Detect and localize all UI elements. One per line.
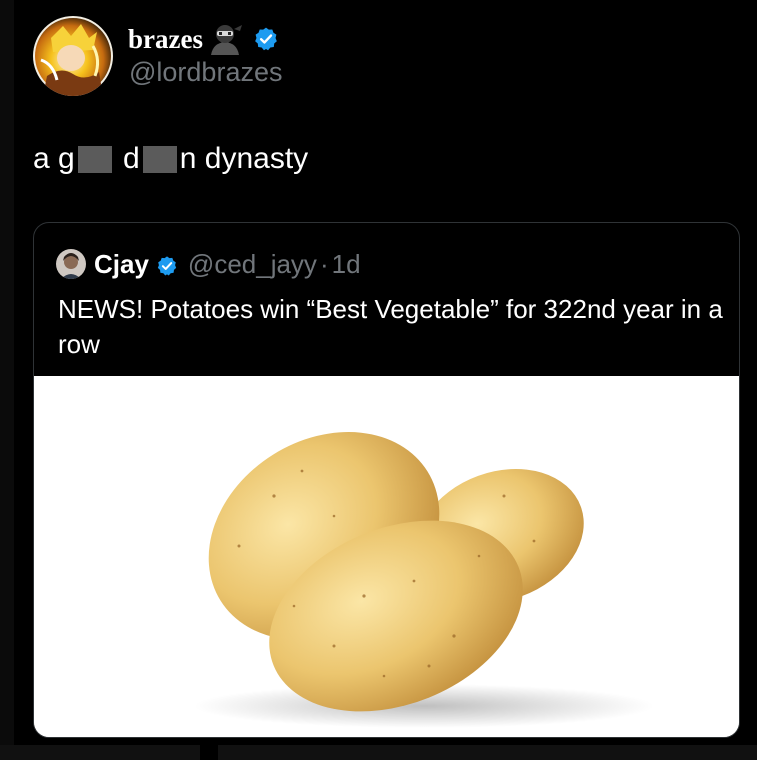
quoted-post-image[interactable] [34, 376, 739, 737]
quoted-author-name[interactable]: Cjay [94, 249, 149, 280]
quoted-post-time[interactable]: 1d [332, 249, 361, 280]
quoted-author-avatar[interactable] [56, 249, 86, 279]
author-display-name[interactable]: brazes [128, 24, 203, 55]
author-avatar[interactable] [33, 16, 113, 96]
post-text-part-2: d [114, 142, 140, 175]
author-name-row[interactable]: brazes [128, 22, 279, 56]
quoted-author-handle[interactable]: @ced_jayy [188, 249, 317, 280]
ninja-emoji-icon [205, 23, 245, 55]
verified-badge-icon [156, 253, 178, 276]
quoted-post-text: NEWS! Potatoes win “Best Vegetable” for … [58, 294, 723, 359]
post-text-part-1: a g [33, 142, 75, 175]
verified-badge-icon [253, 26, 279, 52]
meta-separator: · [319, 248, 329, 279]
next-post-preview-left [0, 745, 200, 760]
quoted-post-header: Cjay @ced_jayy · 1d [56, 249, 361, 279]
quoted-post-card[interactable]: Cjay @ced_jayy · 1d NEWS! Potatoes win “… [33, 222, 740, 738]
author-handle[interactable]: @lordbrazes [129, 57, 282, 88]
censor-block [142, 145, 177, 173]
page-left-edge [0, 0, 14, 760]
post-text-part-3: n dynasty [179, 142, 309, 175]
next-post-preview-right [218, 745, 757, 760]
post-text: a g d n dynasty [33, 142, 308, 176]
censor-block [77, 145, 112, 173]
